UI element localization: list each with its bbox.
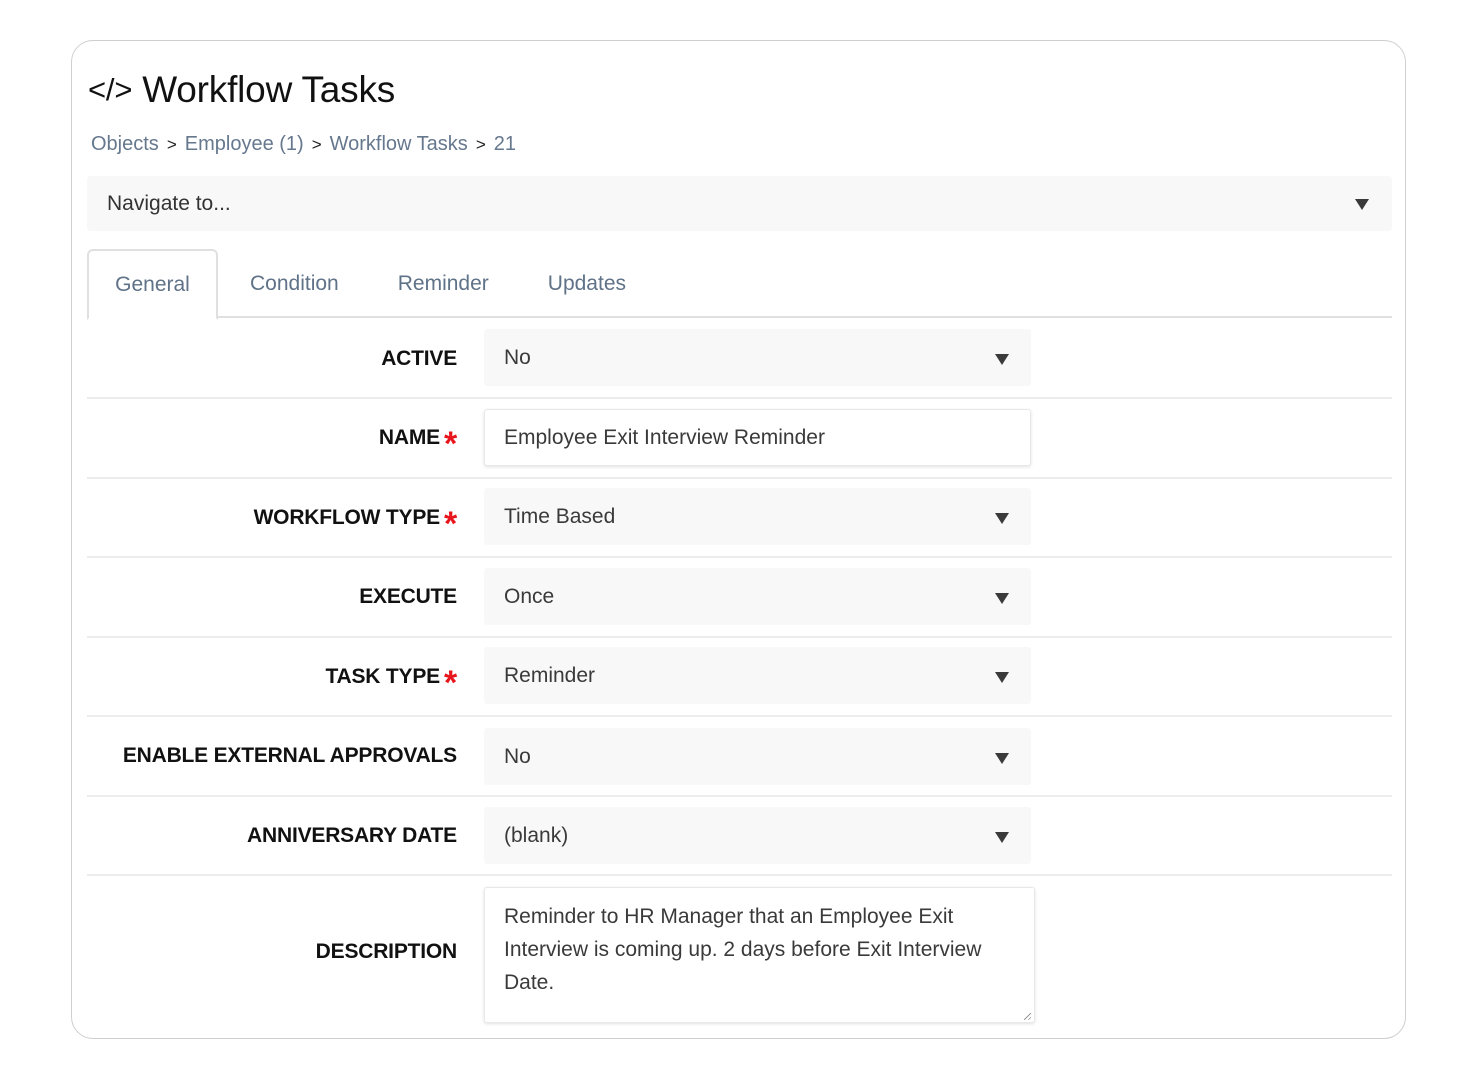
tab-reminder[interactable]: Reminder (368, 249, 518, 318)
field-label-execute: EXECUTE (359, 585, 457, 609)
tab-label: Condition (250, 271, 339, 295)
form-row-name: NAME * Employee Exit Interview Reminder (87, 399, 1392, 479)
form-row-workflow-type: WORKFLOW TYPE * Time Based (87, 479, 1392, 558)
field-label-anniversary-date: ANNIVERSARY DATE (247, 824, 457, 848)
active-select[interactable]: No (484, 329, 1031, 386)
select-value: No (504, 744, 531, 768)
caret-down-icon (995, 753, 1009, 764)
textarea-value: Reminder to HR Manager that an Employee … (504, 905, 982, 994)
form-row-anniversary-date: ANNIVERSARY DATE (blank) (87, 797, 1392, 876)
field-label-description: DESCRIPTION (315, 940, 458, 964)
field-label-workflow-type: WORKFLOW TYPE * (253, 505, 458, 541)
resize-handle-icon[interactable] (1024, 1013, 1031, 1020)
label-text: EXECUTE (359, 585, 457, 608)
form-row-active: ACTIVE No (87, 320, 1392, 399)
label-text: ANNIVERSARY DATE (247, 823, 457, 847)
execute-select[interactable]: Once (484, 568, 1031, 625)
select-value: (blank) (504, 823, 569, 847)
page-title: </> Workflow Tasks (88, 69, 395, 111)
required-asterisk-icon: * (443, 425, 457, 463)
enable-external-approvals-select[interactable]: No (484, 728, 1031, 785)
field-label-name: NAME * (378, 426, 457, 461)
label-text: TASK TYPE (325, 664, 440, 688)
tab-label: Reminder (397, 271, 489, 295)
required-asterisk-icon: * (443, 504, 457, 543)
caret-down-icon (1355, 199, 1369, 210)
breadcrumb-separator: > (475, 134, 486, 154)
form-row-task-type: TASK TYPE * Reminder (87, 638, 1392, 717)
breadcrumb-workflow-tasks[interactable]: Workflow Tasks (330, 133, 468, 156)
breadcrumb-separator: > (311, 134, 322, 154)
task-type-select[interactable]: Reminder (484, 647, 1031, 704)
caret-down-icon (995, 832, 1009, 843)
tab-updates[interactable]: Updates (518, 249, 654, 318)
tab-general[interactable]: General (87, 249, 218, 320)
breadcrumb-current: 21 (493, 133, 516, 155)
code-icon: </> (88, 72, 133, 107)
description-textarea[interactable]: Reminder to HR Manager that an Employee … (484, 887, 1035, 1023)
navigate-to-label: Navigate to... (107, 191, 231, 215)
form-row-description: DESCRIPTION Reminder to HR Manager that … (87, 876, 1392, 1036)
workflow-type-select[interactable]: Time Based (484, 488, 1031, 545)
tab-bar: General Condition Reminder Updates (87, 249, 1392, 320)
breadcrumb: Objects > Employee (1) > Workflow Tasks … (91, 133, 516, 156)
select-value: Once (504, 584, 555, 608)
input-value: Employee Exit Interview Reminder (504, 425, 825, 449)
field-label-task-type: TASK TYPE * (325, 664, 457, 700)
form-row-execute: EXECUTE Once (87, 558, 1392, 638)
name-input[interactable]: Employee Exit Interview Reminder (484, 409, 1031, 466)
breadcrumb-separator: > (166, 134, 177, 154)
general-form: ACTIVE No NAME * Employee Exit Interview… (87, 320, 1392, 1036)
tab-condition[interactable]: Condition (218, 249, 368, 318)
select-value: No (504, 345, 531, 369)
workflow-task-card: </> Workflow Tasks Objects > Employee (1… (71, 40, 1406, 1039)
anniversary-date-select[interactable]: (blank) (484, 807, 1031, 864)
breadcrumb-employee[interactable]: Employee (1) (185, 133, 304, 156)
field-label-active: ACTIVE (381, 347, 457, 371)
caret-down-icon (995, 672, 1009, 683)
select-value: Time Based (504, 504, 616, 528)
label-text: ENABLE EXTERNAL APPROVALS (122, 744, 457, 767)
breadcrumb-objects[interactable]: Objects (91, 133, 159, 156)
tab-label: General (115, 272, 190, 296)
label-text: DESCRIPTION (315, 940, 458, 963)
caret-down-icon (995, 593, 1009, 604)
required-asterisk-icon: * (443, 663, 457, 702)
caret-down-icon (995, 354, 1009, 365)
form-row-enable-external-approvals: ENABLE EXTERNAL APPROVALS No (87, 717, 1392, 797)
label-text: WORKFLOW TYPE (253, 505, 441, 529)
page-title-text: Workflow Tasks (142, 69, 396, 110)
caret-down-icon (995, 513, 1009, 524)
select-value: Reminder (504, 663, 596, 687)
tab-label: Updates (547, 271, 626, 295)
navigate-to-select[interactable]: Navigate to... (87, 176, 1392, 231)
label-text: NAME (378, 426, 440, 449)
label-text: ACTIVE (381, 346, 457, 370)
field-label-enable-external-approvals: ENABLE EXTERNAL APPROVALS (123, 744, 457, 768)
